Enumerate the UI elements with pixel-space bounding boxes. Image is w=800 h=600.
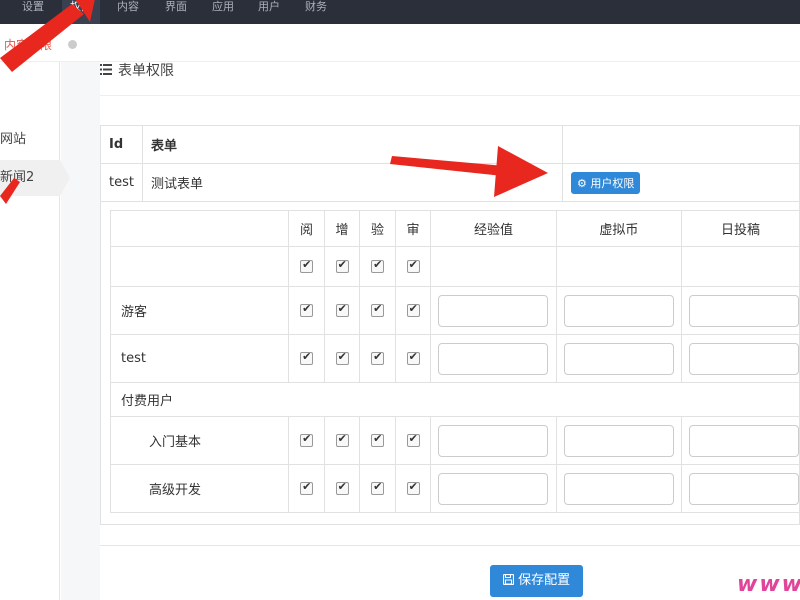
header-verify: 验 [359,210,396,247]
header-empty [109,210,290,247]
header-form: 表单 [141,125,563,164]
nav-item-settings[interactable]: 设置 [22,0,44,24]
nav-item-interface[interactable]: 界面 [165,0,187,24]
checkbox-review[interactable] [406,302,420,317]
nav-item-finance[interactable]: 财务 [305,0,327,24]
section-title-text: 表单权限 [118,63,174,79]
daily-posts-input[interactable] [689,472,799,505]
form-table: Id 表单 test 测试表单 ⚙ 用户权限 [100,125,800,202]
group-row: 付费用户 [110,382,800,417]
checkbox-verify[interactable] [371,432,385,447]
header-id: Id [100,125,143,164]
save-config-button[interactable]: 保存配置 [490,565,583,597]
header-experience: 经验值 [430,210,557,247]
nav-item-permissions[interactable]: 权限 [62,0,100,24]
save-config-label: 保存配置 [518,573,571,588]
virtual-currency-input[interactable] [563,424,674,457]
checkbox-select-all-verify[interactable] [371,258,385,273]
active-indicator [60,160,70,196]
nav-item-content[interactable]: 内容 [117,0,139,24]
checkbox-read[interactable] [300,480,314,495]
virtual-currency-input[interactable] [563,342,674,375]
cell-id: test [100,163,143,202]
experience-input[interactable] [438,342,549,375]
header-daily-posts: 日投稿 [681,210,800,247]
header-empty [561,125,800,164]
checkbox-add[interactable] [335,432,349,447]
checkbox-verify[interactable] [371,302,385,317]
header-add: 增 [323,210,361,247]
list-icon [100,63,114,79]
cell-actions: ⚙ 用户权限 [561,163,800,202]
virtual-currency-input[interactable] [563,294,674,327]
virtual-currency-input[interactable] [563,472,674,505]
header-read: 阅 [288,210,325,247]
checkbox-read[interactable] [300,432,314,447]
daily-posts-input[interactable] [689,424,799,457]
save-icon [502,573,518,588]
daily-posts-input[interactable] [689,294,799,327]
tab-bar: 内容权限 [0,24,800,62]
select-all-row [109,246,800,287]
watermark: www [737,572,800,597]
row-label: 高级开发 [109,464,290,513]
group-label: 付费用户 [110,382,800,417]
divider [100,95,800,96]
checkbox-add[interactable] [335,302,349,317]
checkbox-add[interactable] [335,350,349,365]
table-header-row: 阅 增 验 审 经验值 虚拟币 日投稿 [109,210,800,247]
table-row: 游客 [109,286,800,335]
user-permissions-button[interactable]: ⚙ 用户权限 [570,171,641,194]
checkbox-review[interactable] [406,350,420,365]
checkbox-add[interactable] [335,480,349,495]
table-header-row: Id 表单 [100,125,800,164]
row-label: 游客 [109,286,290,335]
checkbox-select-all-review[interactable] [406,258,420,273]
tab-close-dot[interactable] [68,40,77,49]
table-row: 入门基本 [109,416,800,465]
nav-item-users[interactable]: 用户 [258,0,280,24]
sidebar-item-news2[interactable]: 新闻2 [0,160,70,196]
divider [100,545,800,546]
checkbox-read[interactable] [300,350,314,365]
label-empty [109,246,290,287]
sidebar: 网站 新闻2 [0,62,70,600]
tab-content-permissions[interactable]: 内容权限 [4,36,52,53]
sidebar-item-label: 网站 [0,132,27,147]
table-row: 高级开发 [109,464,800,513]
checkbox-verify[interactable] [371,350,385,365]
nav-item-apps[interactable]: 应用 [212,0,234,24]
sidebar-item-site[interactable]: 网站 [0,122,60,158]
cell-form-name: 测试表单 [141,163,563,202]
gear-icon: ⚙ [576,176,587,190]
checkbox-read[interactable] [300,302,314,317]
row-label: test [109,334,290,383]
experience-input[interactable] [438,424,549,457]
table-row: test [109,334,800,383]
header-review: 审 [394,210,432,247]
experience-input[interactable] [438,294,549,327]
checkbox-review[interactable] [406,432,420,447]
daily-posts-input[interactable] [689,342,799,375]
header-virtual-currency: 虚拟币 [555,210,683,247]
top-nav: 设置 权限 内容 界面 应用 用户 财务 [0,0,800,24]
user-permissions-label: 用户权限 [590,176,635,190]
checkbox-review[interactable] [406,480,420,495]
checkbox-select-all-add[interactable] [335,258,349,273]
checkbox-select-all-read[interactable] [300,258,314,273]
table-row: test 测试表单 ⚙ 用户权限 [100,163,800,202]
sidebar-item-label: 新闻2 [0,170,35,185]
permissions-table: 阅 增 验 审 经验值 虚拟币 日投稿 游客 test 付费 [109,210,800,513]
checkbox-verify[interactable] [371,480,385,495]
experience-input[interactable] [438,472,549,505]
section-title: 表单权限 [100,60,174,80]
row-label: 入门基本 [109,416,290,465]
